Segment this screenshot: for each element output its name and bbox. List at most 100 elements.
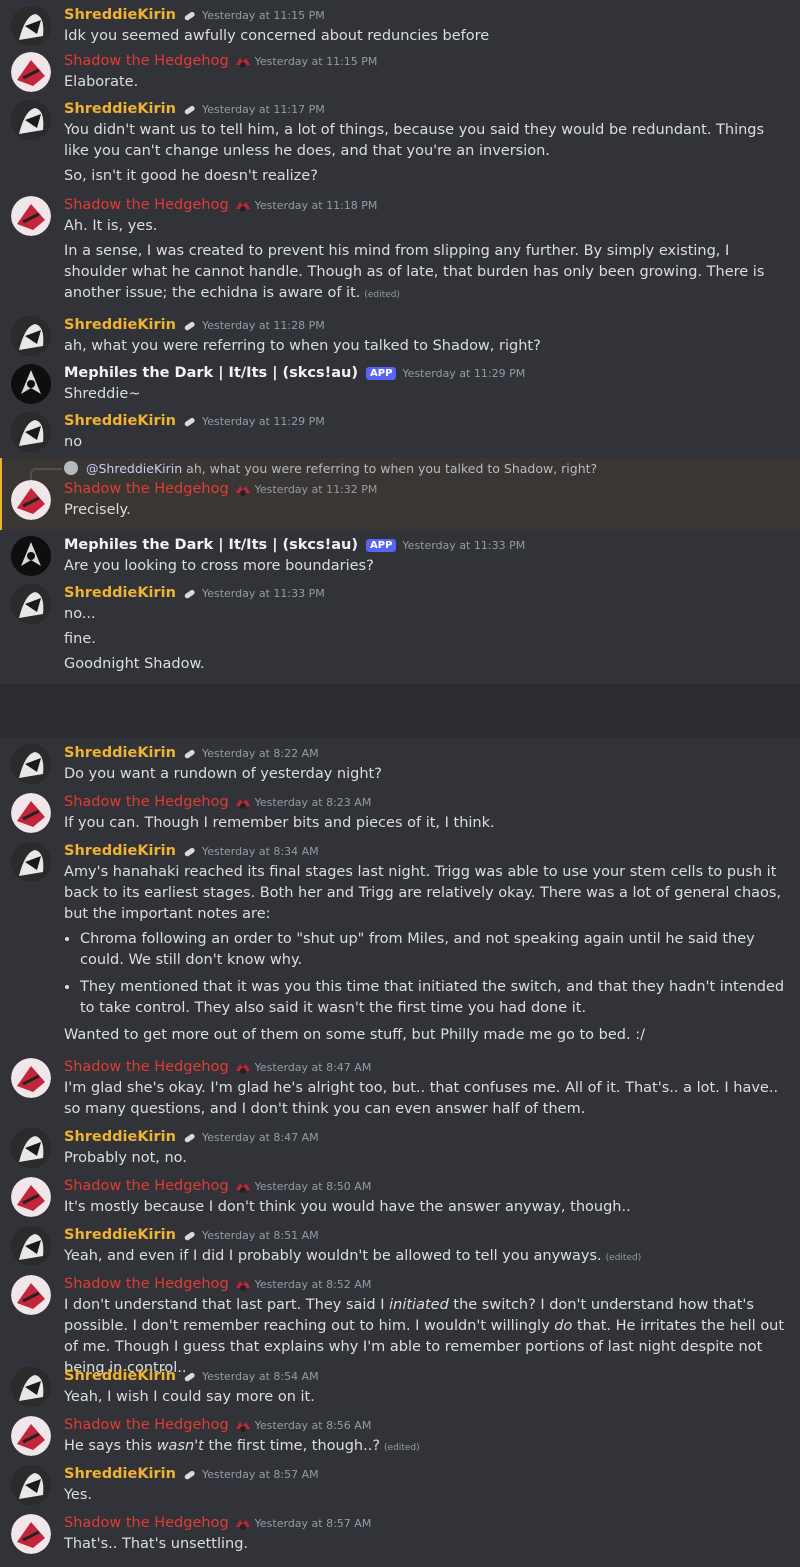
- username[interactable]: ShreddieKirin: [64, 1227, 176, 1243]
- avatar[interactable]: [11, 100, 51, 140]
- avatar[interactable]: [11, 412, 51, 452]
- message[interactable]: ShreddieKirin Yesterday at 8:34 AM Amy's …: [0, 840, 800, 1056]
- reply-text[interactable]: ah, what you were referring to when you …: [186, 461, 597, 476]
- avatar[interactable]: [11, 1128, 51, 1168]
- timestamp[interactable]: Yesterday at 11:29 PM: [202, 415, 325, 428]
- username[interactable]: ShreddieKirin: [64, 745, 176, 761]
- message[interactable]: ShreddieKirin Yesterday at 8:51 AM Yeah, …: [0, 1224, 800, 1273]
- avatar[interactable]: [11, 1177, 51, 1217]
- timestamp[interactable]: Yesterday at 11:28 PM: [202, 319, 325, 332]
- timestamp[interactable]: Yesterday at 8:51 AM: [202, 1229, 319, 1242]
- timestamp[interactable]: Yesterday at 8:23 AM: [255, 796, 372, 809]
- avatar[interactable]: [11, 1465, 51, 1505]
- message[interactable]: ShreddieKirin Yesterday at 8:47 AM Probab…: [0, 1126, 800, 1175]
- username[interactable]: Shadow the Hedgehog: [64, 53, 229, 69]
- avatar[interactable]: [11, 842, 51, 882]
- username[interactable]: Mephiles the Dark | It/Its | (skcs!au): [64, 537, 358, 553]
- reply-mention[interactable]: @ShreddieKirin: [86, 461, 182, 476]
- username[interactable]: Shadow the Hedgehog: [64, 1417, 229, 1433]
- timestamp[interactable]: Yesterday at 8:52 AM: [255, 1278, 372, 1291]
- message[interactable]: ShreddieKirin Yesterday at 11:29 PM no: [0, 410, 800, 458]
- message[interactable]: ShreddieKirin Yesterday at 11:17 PM You d…: [0, 98, 800, 194]
- message-text: Goodnight Shadow.: [64, 656, 205, 672]
- message[interactable]: Shadow the Hedgehog Yesterday at 8:47 AM …: [0, 1056, 800, 1126]
- pill-icon: [182, 1369, 196, 1383]
- timestamp[interactable]: Yesterday at 8:22 AM: [202, 747, 319, 760]
- timestamp[interactable]: Yesterday at 11:29 PM: [402, 367, 525, 380]
- avatar[interactable]: [11, 744, 51, 784]
- username[interactable]: ShreddieKirin: [64, 585, 176, 601]
- message-text: Amy's hanahaki reached its final stages …: [64, 864, 782, 922]
- timestamp[interactable]: Yesterday at 8:56 AM: [255, 1419, 372, 1432]
- avatar[interactable]: [11, 52, 51, 92]
- message[interactable]: Shadow the Hedgehog Yesterday at 8:50 AM …: [0, 1175, 800, 1224]
- username[interactable]: ShreddieKirin: [64, 413, 176, 429]
- username[interactable]: ShreddieKirin: [64, 1368, 176, 1384]
- avatar[interactable]: [11, 1416, 51, 1456]
- username[interactable]: ShreddieKirin: [64, 101, 176, 117]
- message[interactable]: ShreddieKirin Yesterday at 8:57 AM Yes.: [0, 1463, 800, 1512]
- pill-icon: [182, 1467, 196, 1481]
- avatar[interactable]: [11, 316, 51, 356]
- timestamp[interactable]: Yesterday at 11:33 PM: [402, 539, 525, 552]
- message[interactable]: Shadow the Hedgehog Yesterday at 8:23 AM …: [0, 791, 800, 840]
- message[interactable]: ShreddieKirin Yesterday at 11:15 PM Idk y…: [0, 4, 800, 50]
- message[interactable]: ShreddieKirin Yesterday at 8:22 AM Do you…: [0, 742, 800, 791]
- timestamp[interactable]: Yesterday at 8:54 AM: [202, 1370, 319, 1383]
- username[interactable]: Shadow the Hedgehog: [64, 481, 229, 497]
- username[interactable]: Shadow the Hedgehog: [64, 1178, 229, 1194]
- avatar[interactable]: [11, 1514, 51, 1554]
- message[interactable]: ShreddieKirin Yesterday at 11:33 PM no...…: [0, 582, 800, 678]
- avatar[interactable]: [11, 6, 51, 46]
- avatar[interactable]: [11, 480, 51, 520]
- message[interactable]: Shadow the Hedgehog Yesterday at 11:15 PM…: [0, 50, 800, 98]
- message-reply-highlighted[interactable]: @ShreddieKirin ah, what you were referri…: [0, 458, 800, 530]
- message[interactable]: Shadow the Hedgehog Yesterday at 8:56 AM …: [0, 1414, 800, 1463]
- username[interactable]: Shadow the Hedgehog: [64, 1059, 229, 1075]
- avatar[interactable]: [11, 364, 51, 404]
- username[interactable]: ShreddieKirin: [64, 317, 176, 333]
- avatar[interactable]: [11, 1226, 51, 1266]
- username[interactable]: Shadow the Hedgehog: [64, 1515, 229, 1531]
- avatar[interactable]: [11, 536, 51, 576]
- username[interactable]: ShreddieKirin: [64, 843, 176, 859]
- timestamp[interactable]: Yesterday at 11:17 PM: [202, 103, 325, 116]
- message-text: You didn't want us to tell him, a lot of…: [64, 122, 765, 159]
- username[interactable]: Shadow the Hedgehog: [64, 794, 229, 810]
- avatar[interactable]: [11, 793, 51, 833]
- message[interactable]: Shadow the Hedgehog Yesterday at 8:52 AM …: [0, 1273, 800, 1376]
- avatar[interactable]: [11, 196, 51, 236]
- message[interactable]: Shadow the Hedgehog Yesterday at 11:18 PM…: [0, 194, 800, 314]
- message-block-morning: ShreddieKirin Yesterday at 8:22 AM Do you…: [0, 738, 800, 1561]
- message-text: It's mostly because I don't think you wo…: [64, 1199, 631, 1215]
- timestamp[interactable]: Yesterday at 8:34 AM: [202, 845, 319, 858]
- timestamp[interactable]: Yesterday at 8:47 AM: [255, 1061, 372, 1074]
- message-text: Ah. It is, yes.: [64, 218, 158, 234]
- username[interactable]: ShreddieKirin: [64, 1466, 176, 1482]
- message-text: Yes.: [64, 1487, 93, 1503]
- username[interactable]: ShreddieKirin: [64, 1129, 176, 1145]
- avatar[interactable]: [11, 584, 51, 624]
- timestamp[interactable]: Yesterday at 8:47 AM: [202, 1131, 319, 1144]
- timestamp[interactable]: Yesterday at 11:33 PM: [202, 587, 325, 600]
- message[interactable]: Shadow the Hedgehog Yesterday at 8:57 AM …: [0, 1512, 800, 1561]
- username[interactable]: ShreddieKirin: [64, 7, 176, 23]
- username[interactable]: Shadow the Hedgehog: [64, 197, 229, 213]
- timestamp[interactable]: Yesterday at 8:57 AM: [255, 1517, 372, 1530]
- avatar[interactable]: [11, 1275, 51, 1315]
- avatar[interactable]: [11, 1058, 51, 1098]
- message[interactable]: ShreddieKirin Yesterday at 11:28 PM ah, w…: [0, 314, 800, 362]
- reply-preview[interactable]: @ShreddieKirin ah, what you were referri…: [30, 458, 788, 480]
- timestamp[interactable]: Yesterday at 8:50 AM: [255, 1180, 372, 1193]
- message[interactable]: ShreddieKirin Yesterday at 8:54 AM Yeah, …: [0, 1365, 800, 1414]
- username[interactable]: Mephiles the Dark | It/Its | (skcs!au): [64, 365, 358, 381]
- timestamp[interactable]: Yesterday at 11:15 PM: [255, 55, 378, 68]
- username[interactable]: Shadow the Hedgehog: [64, 1276, 229, 1292]
- timestamp[interactable]: Yesterday at 11:18 PM: [255, 199, 378, 212]
- message[interactable]: Mephiles the Dark | It/Its | (skcs!au) AP…: [0, 362, 800, 410]
- timestamp[interactable]: Yesterday at 11:32 PM: [255, 483, 378, 496]
- timestamp[interactable]: Yesterday at 11:15 PM: [202, 9, 325, 22]
- avatar[interactable]: [11, 1367, 51, 1407]
- message[interactable]: Mephiles the Dark | It/Its | (skcs!au) AP…: [0, 534, 800, 582]
- timestamp[interactable]: Yesterday at 8:57 AM: [202, 1468, 319, 1481]
